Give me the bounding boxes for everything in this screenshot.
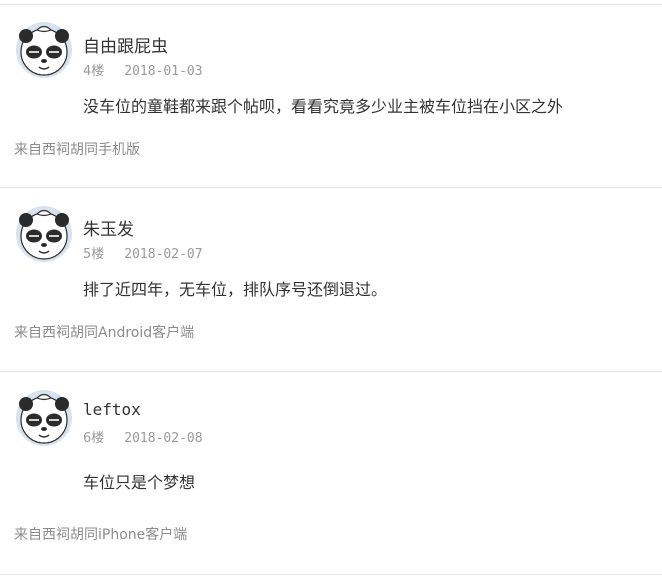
post-meta: 4楼 2018-01-03 [83, 60, 203, 79]
floor-number: 6楼 [83, 431, 105, 446]
post-source: 来自西祠胡同iPhone客户端 [14, 527, 188, 543]
panda-avatar-icon[interactable] [15, 21, 73, 79]
username[interactable]: leftox [83, 400, 141, 419]
post-source: 来自西祠胡同Android客户端 [14, 325, 195, 341]
floor-number: 4楼 [83, 64, 105, 79]
panda-avatar-icon[interactable] [15, 205, 73, 263]
username[interactable]: 自由跟屁虫 [83, 32, 168, 57]
post-divider [0, 574, 662, 575]
post-date: 2018-02-07 [124, 247, 203, 262]
post-divider [0, 371, 662, 372]
post-source: 来自西祠胡同手机版 [14, 142, 140, 158]
post-date: 2018-02-08 [124, 431, 203, 446]
username[interactable]: 朱玉发 [83, 215, 134, 240]
post-meta: 6楼 2018-02-08 [83, 427, 203, 446]
post-content: 没车位的童鞋都来跟个帖呗，看看究竟多少业主被车位挡在小区之外 [83, 97, 564, 116]
post-date: 2018-01-03 [124, 64, 203, 79]
post-divider [0, 187, 662, 188]
floor-number: 5楼 [83, 247, 105, 262]
panda-avatar-icon[interactable] [15, 389, 73, 447]
top-divider [0, 4, 662, 5]
post-meta: 5楼 2018-02-07 [83, 243, 203, 262]
post-content: 排了近四年，无车位，排队序号还倒退过。 [83, 280, 388, 299]
post-content: 车位只是个梦想 [83, 473, 196, 492]
